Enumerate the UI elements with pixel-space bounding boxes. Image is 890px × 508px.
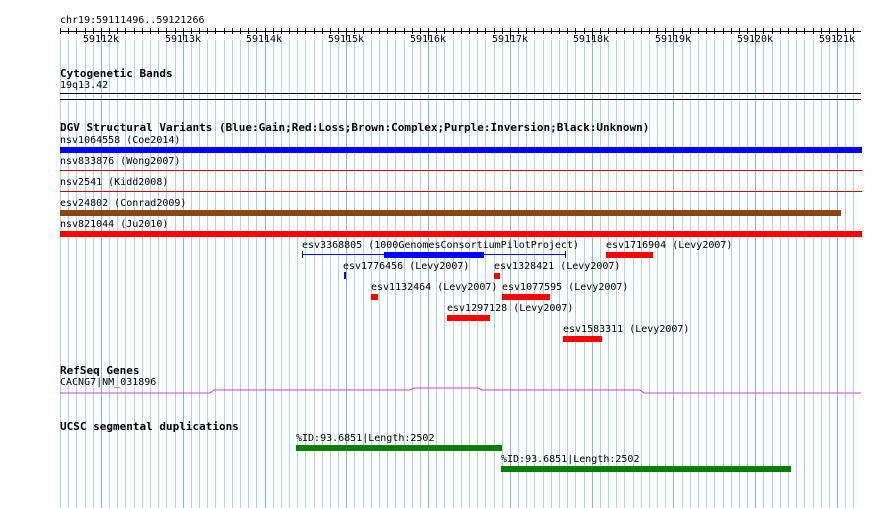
variant-label[interactable]: esv1716904 (Levy2007) — [606, 240, 732, 252]
cytoband-bottom-edge — [60, 99, 861, 100]
variant-bar[interactable] — [371, 294, 378, 300]
ruler-tick-label: 59121k — [818, 34, 856, 45]
ruler-tick-label: 59119k — [654, 34, 692, 45]
segdup-label[interactable]: %ID:93.6851|Length:2502 — [296, 433, 434, 445]
track-title-refseq: RefSeq Genes — [60, 364, 140, 377]
ruler-tick-label: 59117k — [491, 34, 529, 45]
region-label: chr19:59111496..59121266 — [60, 15, 205, 26]
variant-end-cap — [302, 251, 303, 258]
variant-bar[interactable] — [447, 315, 490, 321]
ruler-tick-label: 59118k — [572, 34, 610, 45]
variant-label[interactable]: esv1776456 (Levy2007) — [343, 261, 469, 273]
ruler-tick-label: 59112k — [82, 34, 120, 45]
variant-label[interactable]: esv1077595 (Levy2007) — [502, 282, 628, 294]
variant-label[interactable]: esv1297128 (Levy2007) — [447, 303, 573, 315]
variant-label[interactable]: nsv1064558 (Coe2014) — [60, 135, 180, 147]
cytoband-top-edge — [60, 93, 861, 94]
ruler-tick-label: 59115k — [327, 34, 365, 45]
segdup-bar[interactable] — [501, 466, 791, 472]
variant-label[interactable]: esv3368805 (1000GenomesConsortiumPilotPr… — [302, 240, 579, 252]
variant-end-cap — [565, 251, 566, 258]
variant-bar[interactable] — [502, 294, 550, 300]
variant-label[interactable]: nsv833876 (Wong2007) — [60, 156, 180, 168]
variant-bar[interactable] — [384, 252, 484, 258]
cytoband-label[interactable]: 19q13.42 — [60, 80, 108, 92]
variant-bar[interactable] — [606, 252, 653, 258]
ruler-tick-label: 59113k — [164, 34, 202, 45]
variant-bar[interactable] — [60, 231, 862, 237]
ruler-axis — [60, 31, 861, 32]
ruler-tick-label: 59116k — [409, 34, 447, 45]
variant-bar[interactable] — [60, 191, 862, 192]
variant-label[interactable]: esv1132464 (Levy2007) — [371, 282, 497, 294]
variant-bar[interactable] — [60, 170, 862, 171]
segdup-label[interactable]: %ID:93.6851|Length:2502 — [501, 454, 639, 466]
ruler-tick-label: 59120k — [736, 34, 774, 45]
ruler-tick-label: 59114k — [245, 34, 283, 45]
variant-bar[interactable] — [344, 272, 346, 279]
variant-bar[interactable] — [60, 210, 841, 216]
gene-model[interactable] — [0, 380, 890, 400]
variant-bar[interactable] — [563, 336, 602, 342]
variant-label[interactable]: esv1583311 (Levy2007) — [563, 324, 689, 336]
variant-bar[interactable] — [60, 147, 862, 153]
track-title-segdups: UCSC segmental duplications — [60, 420, 239, 433]
variant-label[interactable]: esv1328421 (Levy2007) — [494, 261, 620, 273]
track-title-cytobands: Cytogenetic Bands — [60, 67, 173, 80]
variant-label[interactable]: esv24802 (Conrad2009) — [60, 198, 186, 210]
track-title-dgv: DGV Structural Variants (Blue:Gain;Red:L… — [60, 121, 650, 134]
variant-label[interactable]: nsv821044 (Ju2010) — [60, 219, 168, 231]
segdup-bar[interactable] — [296, 445, 502, 451]
variant-bar[interactable] — [494, 273, 500, 279]
variant-label[interactable]: nsv2541 (Kidd2008) — [60, 177, 168, 189]
